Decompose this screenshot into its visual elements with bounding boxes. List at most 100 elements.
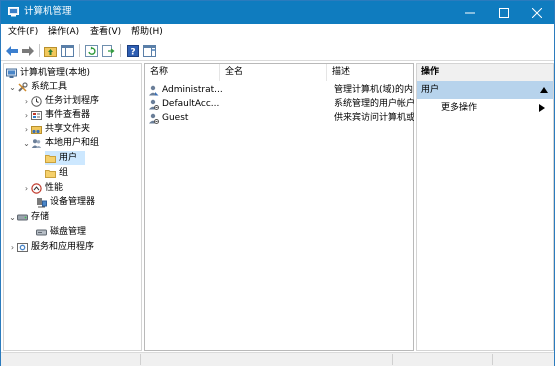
close-button[interactable] (520, 1, 554, 24)
up-folder-button[interactable] (43, 43, 58, 58)
users-list-pane: 名称 全名 描述 Administrat... 管理计算机(域)的内 Defau… (144, 63, 414, 351)
tree-item-local-users-groups[interactable]: ⌄ 本地用户和组 (22, 136, 99, 150)
minimize-button[interactable] (453, 1, 487, 24)
up-folder-icon (44, 46, 57, 57)
collapsed-chevron-icon[interactable]: › (22, 97, 31, 106)
tree-item-label: 设备管理器 (50, 197, 96, 207)
user-description: 管理计算机(域)的内 (334, 85, 414, 95)
folder-icon (45, 154, 56, 163)
more-actions-item[interactable]: 更多操作 (441, 101, 477, 115)
column-header-description[interactable]: 描述 (327, 64, 414, 81)
maximize-button[interactable] (487, 1, 521, 24)
user-account-icon (149, 99, 159, 110)
tree-item-performance[interactable]: › 性能 (22, 181, 63, 195)
minimize-icon (465, 12, 475, 13)
console-tree-icon (61, 44, 74, 57)
user-description: 供来宾访问计算机或 (334, 113, 414, 123)
menu-file[interactable]: 文件(F) (8, 26, 38, 38)
computer-management-icon (6, 68, 17, 78)
user-account-icon (149, 85, 159, 95)
export-list-icon (102, 44, 115, 57)
close-icon (532, 7, 542, 18)
toolbar-separator (79, 44, 80, 57)
menu-action[interactable]: 操作(A) (48, 26, 79, 38)
show-hide-console-tree-button[interactable] (60, 43, 75, 58)
status-segment (393, 354, 493, 365)
maximize-icon (499, 7, 509, 18)
tree-item-system-tools[interactable]: ⌄ 系统工具 (8, 80, 67, 94)
disk-icon (36, 229, 47, 235)
computer-management-window: 计算机管理 文件(F) 操作(A) 查看(V) 帮助(H) ? 计算机管理(本地… (0, 0, 555, 366)
more-actions-label: 更多操作 (441, 103, 478, 113)
tree-item-label: 系统工具 (31, 82, 68, 92)
device-manager-icon (37, 197, 47, 207)
collapsed-chevron-icon[interactable]: › (8, 243, 17, 252)
toolbar: ? (1, 40, 554, 61)
user-account-icon (149, 113, 159, 124)
collapsed-chevron-icon[interactable]: › (22, 125, 31, 134)
tree-item-label: 组 (59, 168, 69, 178)
title-bar[interactable]: 计算机管理 (1, 1, 554, 24)
help-icon: ? (126, 44, 139, 57)
forward-arrow-icon (21, 45, 34, 56)
user-row-defaultaccount[interactable]: DefaultAcc... 系统管理的用户帐户 (148, 97, 414, 111)
tree-item-label: 计算机管理(本地) (20, 68, 91, 78)
column-header-fullname[interactable]: 全名 (220, 64, 327, 81)
tree-item-label: 事件查看器 (45, 110, 91, 120)
tree-item-label: 用户 (59, 153, 78, 163)
user-row-administrator[interactable]: Administrat... 管理计算机(域)的内 (148, 83, 414, 97)
performance-icon (31, 182, 42, 194)
user-row-guest[interactable]: Guest 供来宾访问计算机或 (148, 111, 414, 125)
collapsed-chevron-icon[interactable]: › (22, 184, 31, 193)
clock-icon (31, 95, 42, 107)
show-hide-action-pane-button[interactable] (142, 43, 157, 58)
tree-item-disk-management[interactable]: 磁盘管理 (36, 225, 86, 239)
status-segment (141, 354, 393, 365)
svg-text:?: ? (130, 47, 135, 57)
collapsed-chevron-icon[interactable]: › (22, 111, 31, 120)
tree-item-services-applications[interactable]: › 服务和应用程序 (8, 240, 94, 254)
tree-item-users[interactable]: 用户 (45, 151, 85, 165)
forward-button[interactable] (20, 43, 35, 58)
services-icon (17, 242, 28, 252)
actions-pane: 操作 用户 更多操作 (416, 63, 554, 351)
computer-management-app-icon (8, 7, 19, 17)
menu-view[interactable]: 查看(V) (90, 26, 121, 38)
user-name: Guest (162, 113, 189, 123)
tree-item-label: 服务和应用程序 (31, 242, 95, 252)
more-actions-arrow-icon[interactable] (539, 104, 545, 112)
menu-bar: 文件(F) 操作(A) 查看(V) 帮助(H) (1, 24, 554, 40)
actions-header: 操作 (417, 64, 553, 81)
export-list-button[interactable] (101, 43, 116, 58)
toolbar-separator (39, 44, 40, 57)
storage-icon (17, 214, 28, 220)
tree-item-label: 任务计划程序 (45, 96, 100, 106)
tree-item-label: 存储 (31, 212, 50, 222)
tree-item-event-viewer[interactable]: › 事件查看器 (22, 108, 90, 122)
expanded-chevron-icon[interactable]: ⌄ (22, 139, 31, 148)
expanded-chevron-icon[interactable]: ⌄ (8, 83, 17, 92)
user-description: 系统管理的用户帐户 (334, 99, 414, 109)
tree-item-storage[interactable]: ⌄ 存储 (8, 210, 49, 224)
tree-item-device-manager[interactable]: 设备管理器 (36, 195, 95, 209)
users-icon (31, 138, 42, 148)
action-pane-icon (143, 44, 156, 57)
help-button[interactable]: ? (125, 43, 140, 58)
collapse-up-triangle-icon[interactable] (540, 87, 548, 93)
back-button[interactable] (4, 43, 19, 58)
event-viewer-icon (31, 110, 42, 120)
user-name: Administrat... (162, 85, 222, 95)
tree-item-shared-folders[interactable]: › 共享文件夹 (22, 122, 90, 136)
refresh-button[interactable] (84, 43, 99, 58)
status-bar (1, 352, 554, 366)
tree-item-computer-management[interactable]: 计算机管理(本地) (6, 66, 90, 80)
tree-item-label: 磁盘管理 (50, 227, 87, 237)
expanded-chevron-icon[interactable]: ⌄ (8, 213, 17, 222)
tree-item-label: 本地用户和组 (45, 138, 100, 148)
tree-item-task-scheduler[interactable]: › 任务计划程序 (22, 94, 99, 108)
actions-section-users[interactable]: 用户 (417, 81, 553, 99)
refresh-icon (85, 44, 98, 57)
tree-item-groups[interactable]: 组 (45, 166, 68, 180)
column-header-name[interactable]: 名称 (145, 64, 220, 81)
menu-help[interactable]: 帮助(H) (131, 26, 163, 38)
